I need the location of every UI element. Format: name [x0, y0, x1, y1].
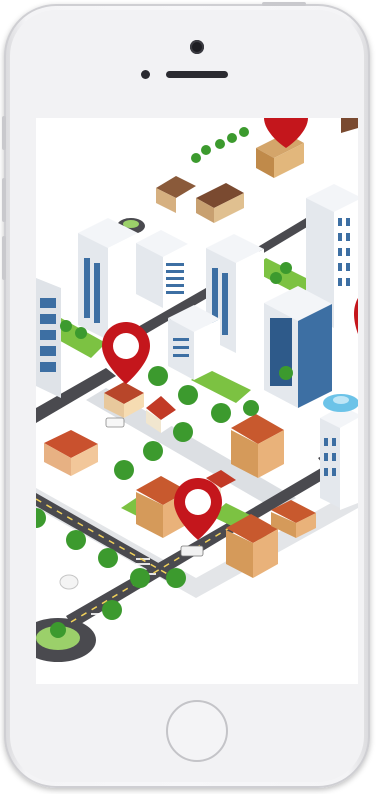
screen — [36, 118, 358, 684]
proximity-sensor — [141, 70, 150, 79]
earpiece-speaker — [166, 71, 228, 78]
city-map-illustration — [36, 118, 358, 684]
front-camera — [190, 40, 204, 54]
car-icon — [180, 545, 204, 557]
van-icon — [105, 417, 125, 428]
building-glass-tower — [264, 286, 332, 408]
building-tower-2 — [136, 230, 188, 308]
mute-switch — [2, 116, 6, 150]
volume-down-button — [2, 236, 6, 280]
home-button[interactable] — [166, 700, 228, 762]
building-left-tower — [36, 278, 61, 398]
building-tower-1 — [78, 218, 138, 340]
building-right-lower — [320, 406, 358, 510]
building-mid — [168, 305, 220, 380]
volume-up-button — [2, 178, 6, 222]
satellite-dish-icon — [59, 574, 79, 590]
power-button — [262, 2, 306, 6]
